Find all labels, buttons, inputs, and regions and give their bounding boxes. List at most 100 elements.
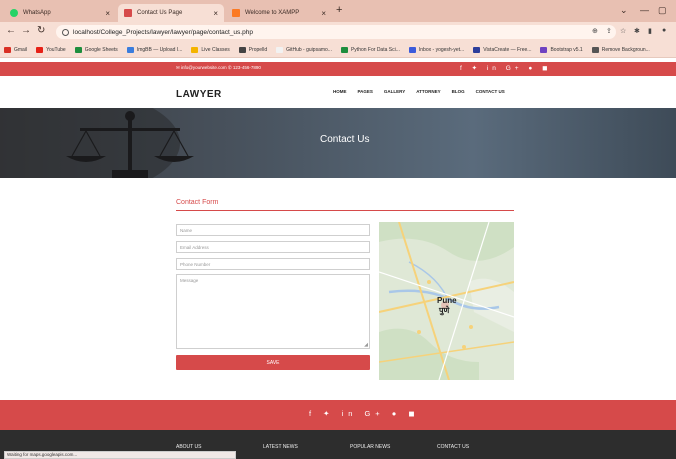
bookmark-label: Inbox - yogesh-yet...: [418, 46, 465, 53]
bookmark-label: Remove Backgroun...: [601, 46, 650, 53]
remove-bg-icon: [591, 46, 599, 53]
bookmark-gmail[interactable]: Gmail: [4, 46, 28, 53]
live-classes-icon: [191, 46, 199, 53]
new-tab-button[interactable]: +: [336, 4, 342, 16]
url-input[interactable]: localhost/College_Projects/lawyer/lawyer…: [56, 25, 616, 39]
github-icon: [276, 46, 284, 53]
bookmark-google-sheets[interactable]: Google Sheets: [74, 46, 118, 53]
tab-label: Welcome to XAMPP: [245, 10, 300, 16]
message-textarea[interactable]: Message ◢: [176, 274, 370, 349]
propelld-icon: [238, 46, 246, 53]
site-topbar: ✉ info@yourwebsite.com ✆ 123-456-7890 f …: [0, 62, 676, 76]
extensions-icon[interactable]: ✱: [634, 27, 640, 35]
bookmark-star-icon[interactable]: ☆: [620, 27, 626, 35]
tab-xampp[interactable]: Welcome to XAMPP ×: [226, 4, 332, 22]
browser-status-bar: Waiting for maps.googleapis.com...: [4, 451, 236, 459]
vistacreate-icon: [473, 46, 481, 53]
bookmark-propelld[interactable]: Propelld: [238, 46, 268, 53]
message-placeholder: Message: [180, 278, 199, 283]
close-tab-icon[interactable]: ×: [321, 9, 326, 18]
bookmark-label: Propelld: [248, 46, 268, 53]
google-map[interactable]: Pune पुणे: [379, 222, 514, 380]
bookmark-label: Live Classes: [201, 46, 230, 53]
lawyer-favicon-icon: [124, 9, 132, 17]
contact-form-title: Contact Form: [176, 199, 219, 206]
phone-input[interactable]: Phone Number: [176, 258, 370, 270]
xampp-icon: [232, 9, 240, 17]
main-nav: HOME PAGES GALLERY ATTORNEY BLOG CONTACT…: [333, 89, 516, 94]
sheets-icon: [74, 46, 82, 53]
whatsapp-icon: [10, 9, 18, 17]
forward-icon[interactable]: →: [21, 25, 31, 36]
maximize-icon[interactable]: ▢: [658, 5, 667, 16]
tab-contact-us[interactable]: Contact Us Page ×: [118, 4, 224, 22]
topbar-social-icons[interactable]: f ✦ in G+ ● ◼: [460, 64, 552, 72]
bookmark-label: Bootstrap v5.1: [550, 46, 583, 53]
bookmark-label: VistaCreate — Free...: [483, 46, 532, 53]
share-icon[interactable]: ⇪: [606, 27, 612, 35]
nav-gallery[interactable]: GALLERY: [384, 89, 405, 94]
browser-tab-bar: WhatsApp × Contact Us Page × Welcome to …: [0, 0, 676, 22]
map-city-label-local: पुणे: [439, 306, 450, 315]
bookmark-label: ImgBB — Upload I...: [136, 46, 183, 53]
address-bar: ← → ↻ localhost/College_Projects/lawyer/…: [0, 22, 676, 42]
footer-social-bar: f ✦ in G+ ● ◼: [0, 400, 676, 430]
python-course-icon: [340, 46, 348, 53]
site-info-icon[interactable]: [62, 28, 69, 36]
bookmark-youtube[interactable]: YouTube: [36, 46, 66, 53]
footer-social-icons[interactable]: f ✦ in G+ ● ◼: [309, 409, 420, 418]
tab-label: Contact Us Page: [137, 10, 183, 16]
bookmark-inbox[interactable]: Inbox - yogesh-yet...: [408, 46, 465, 53]
resize-handle-icon[interactable]: ◢: [364, 342, 368, 348]
minimize-icon[interactable]: —: [640, 5, 649, 15]
save-button[interactable]: SAVE: [176, 355, 370, 370]
bookmark-github[interactable]: GitHub - guipsamo...: [276, 46, 332, 53]
hero-banner: Contact Us: [0, 108, 676, 178]
bookmark-label: Python For Data Sci...: [350, 46, 400, 53]
back-icon[interactable]: ←: [6, 25, 16, 36]
side-panel-icon[interactable]: ▮: [648, 27, 652, 35]
profile-avatar-icon[interactable]: ●: [662, 27, 666, 34]
name-input[interactable]: Name: [176, 224, 370, 236]
url-text: localhost/College_Projects/lawyer/lawyer…: [73, 28, 253, 36]
bookmark-bootstrap[interactable]: Bootstrap v5.1: [540, 46, 583, 53]
bookmark-imgbb[interactable]: ImgBB — Upload I...: [126, 46, 183, 53]
youtube-icon: [36, 46, 44, 53]
reload-icon[interactable]: ↻: [37, 25, 45, 36]
close-tab-icon[interactable]: ×: [213, 9, 218, 18]
footer-about-us: ABOUT US: [176, 444, 202, 450]
page-title: Contact Us: [320, 134, 370, 145]
close-tab-icon[interactable]: ×: [105, 9, 110, 18]
bookmark-label: Gmail: [14, 46, 28, 53]
bookmark-remove-bg[interactable]: Remove Backgroun...: [591, 46, 650, 53]
imgbb-icon: [126, 46, 134, 53]
footer-contact-us: CONTACT US: [437, 444, 470, 450]
tab-search-chevron-icon[interactable]: ⌄: [620, 5, 628, 16]
bookmark-label: GitHub - guipsamo...: [286, 46, 332, 53]
nav-pages[interactable]: PAGES: [358, 89, 373, 94]
email-input[interactable]: Email Address: [176, 241, 370, 253]
nav-attorney[interactable]: ATTORNEY: [416, 89, 440, 94]
name-placeholder: Name: [180, 228, 193, 233]
bookmark-live-classes[interactable]: Live Classes: [191, 46, 230, 53]
footer-popular-news: POPULAR NEWS: [350, 444, 391, 450]
tab-whatsapp[interactable]: WhatsApp ×: [4, 4, 116, 22]
footer-latest-news: LATEST NEWS: [263, 444, 298, 450]
zoom-icon[interactable]: ⊕: [592, 27, 598, 35]
nav-blog[interactable]: BLOG: [452, 89, 465, 94]
nav-contact-us[interactable]: CONTACT US: [476, 89, 505, 94]
tab-label: WhatsApp: [23, 10, 51, 16]
bookmark-label: YouTube: [46, 46, 66, 53]
inbox-icon: [408, 46, 416, 53]
bookmarks-bar: Gmail YouTube Google Sheets ImgBB — Uplo…: [0, 42, 676, 58]
form-title-divider: [176, 210, 514, 211]
map-city-label: Pune: [437, 296, 457, 305]
site-header: LAWYER HOME PAGES GALLERY ATTORNEY BLOG …: [0, 76, 676, 108]
nav-home[interactable]: HOME: [333, 89, 347, 94]
bookmark-vistacreate[interactable]: VistaCreate — Free...: [473, 46, 532, 53]
site-logo[interactable]: LAWYER: [176, 89, 222, 100]
bookmark-python[interactable]: Python For Data Sci...: [340, 46, 400, 53]
phone-placeholder: Phone Number: [180, 262, 211, 267]
email-placeholder: Email Address: [180, 245, 209, 250]
bookmark-label: Google Sheets: [84, 46, 118, 53]
